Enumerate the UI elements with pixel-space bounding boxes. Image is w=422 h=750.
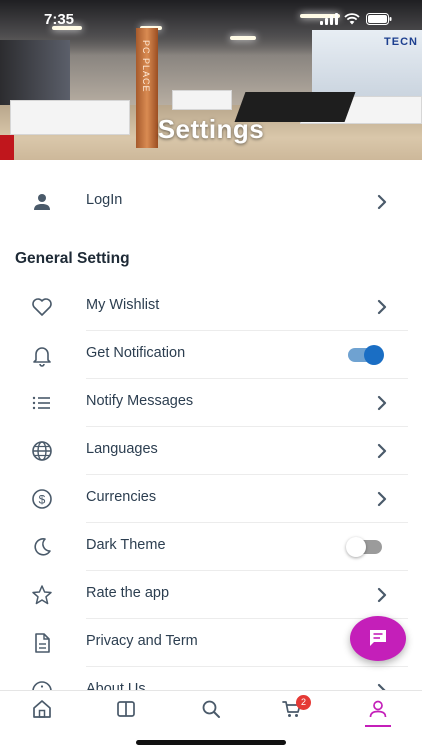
banner-counter <box>172 90 232 110</box>
document-icon <box>35 633 50 653</box>
active-tab-indicator <box>365 725 391 727</box>
globe-icon <box>32 441 52 461</box>
settings-item-currencies[interactable]: $ Currencies <box>0 475 422 523</box>
dollar-icon: $ <box>32 489 52 509</box>
toggle-knob <box>346 537 366 557</box>
status-time: 7:35 <box>44 11 75 28</box>
wifi-icon <box>344 13 360 25</box>
banner-pillar-text: PC PLACE <box>141 40 151 93</box>
chevron-right-icon <box>377 194 387 210</box>
list-icon <box>32 396 50 410</box>
notification-toggle[interactable] <box>348 345 384 365</box>
search-icon <box>202 700 220 718</box>
chevron-right-icon <box>377 491 387 507</box>
settings-item-notification: Get Notification <box>0 331 422 379</box>
settings-item-messages[interactable]: Notify Messages <box>0 379 422 427</box>
chevron-right-icon <box>377 587 387 603</box>
login-row[interactable]: LogIn <box>0 178 422 226</box>
dark-theme-toggle[interactable] <box>346 537 382 557</box>
svg-text:$: $ <box>39 493 46 507</box>
tab-search[interactable] <box>191 697 231 727</box>
chevron-right-icon <box>377 683 386 690</box>
about-label: About Us <box>86 681 146 690</box>
cart-badge: 2 <box>296 695 311 710</box>
section-title-general: General Setting <box>15 250 130 267</box>
privacy-label: Privacy and Term <box>86 633 198 649</box>
wishlist-label: My Wishlist <box>86 297 160 313</box>
chevron-right-icon <box>377 443 387 459</box>
chevron-right-icon <box>377 395 387 411</box>
settings-item-wishlist[interactable]: My Wishlist <box>0 283 422 331</box>
login-label: LogIn <box>86 192 123 208</box>
battery-icon <box>366 13 392 25</box>
tab-categories[interactable] <box>106 697 146 727</box>
tab-home[interactable] <box>22 697 62 727</box>
heart-icon <box>32 298 52 316</box>
chat-icon <box>370 630 386 646</box>
tab-account[interactable] <box>358 697 398 727</box>
notification-label: Get Notification <box>86 345 186 361</box>
status-bar: 7:35 <box>0 0 422 40</box>
person-icon <box>369 700 387 718</box>
star-icon <box>32 585 52 605</box>
status-icons <box>320 13 392 25</box>
book-icon <box>117 701 135 717</box>
rate-label: Rate the app <box>86 585 170 601</box>
page-title: Settings <box>157 114 265 144</box>
settings-item-rate[interactable]: Rate the app <box>0 571 422 619</box>
tab-cart[interactable]: 2 <box>272 695 312 727</box>
signal-icon <box>320 13 338 25</box>
person-icon <box>34 194 50 210</box>
settings-list: LogIn General Setting My Wishlist Get No… <box>0 160 422 690</box>
messages-label: Notify Messages <box>86 393 194 409</box>
languages-label: Languages <box>86 441 158 457</box>
settings-item-dark-theme: Dark Theme <box>0 523 422 571</box>
settings-item-languages[interactable]: Languages <box>0 427 422 475</box>
chat-fab-button[interactable] <box>350 616 406 661</box>
dark-theme-label: Dark Theme <box>86 537 166 553</box>
info-icon <box>32 681 52 690</box>
moon-icon <box>34 538 51 556</box>
home-indicator <box>136 740 286 745</box>
chevron-right-icon <box>377 299 387 315</box>
currencies-label: Currencies <box>86 489 157 505</box>
bell-icon <box>33 347 51 367</box>
toggle-knob <box>364 345 384 365</box>
settings-item-about[interactable]: About Us <box>0 667 422 690</box>
home-icon <box>33 700 51 718</box>
